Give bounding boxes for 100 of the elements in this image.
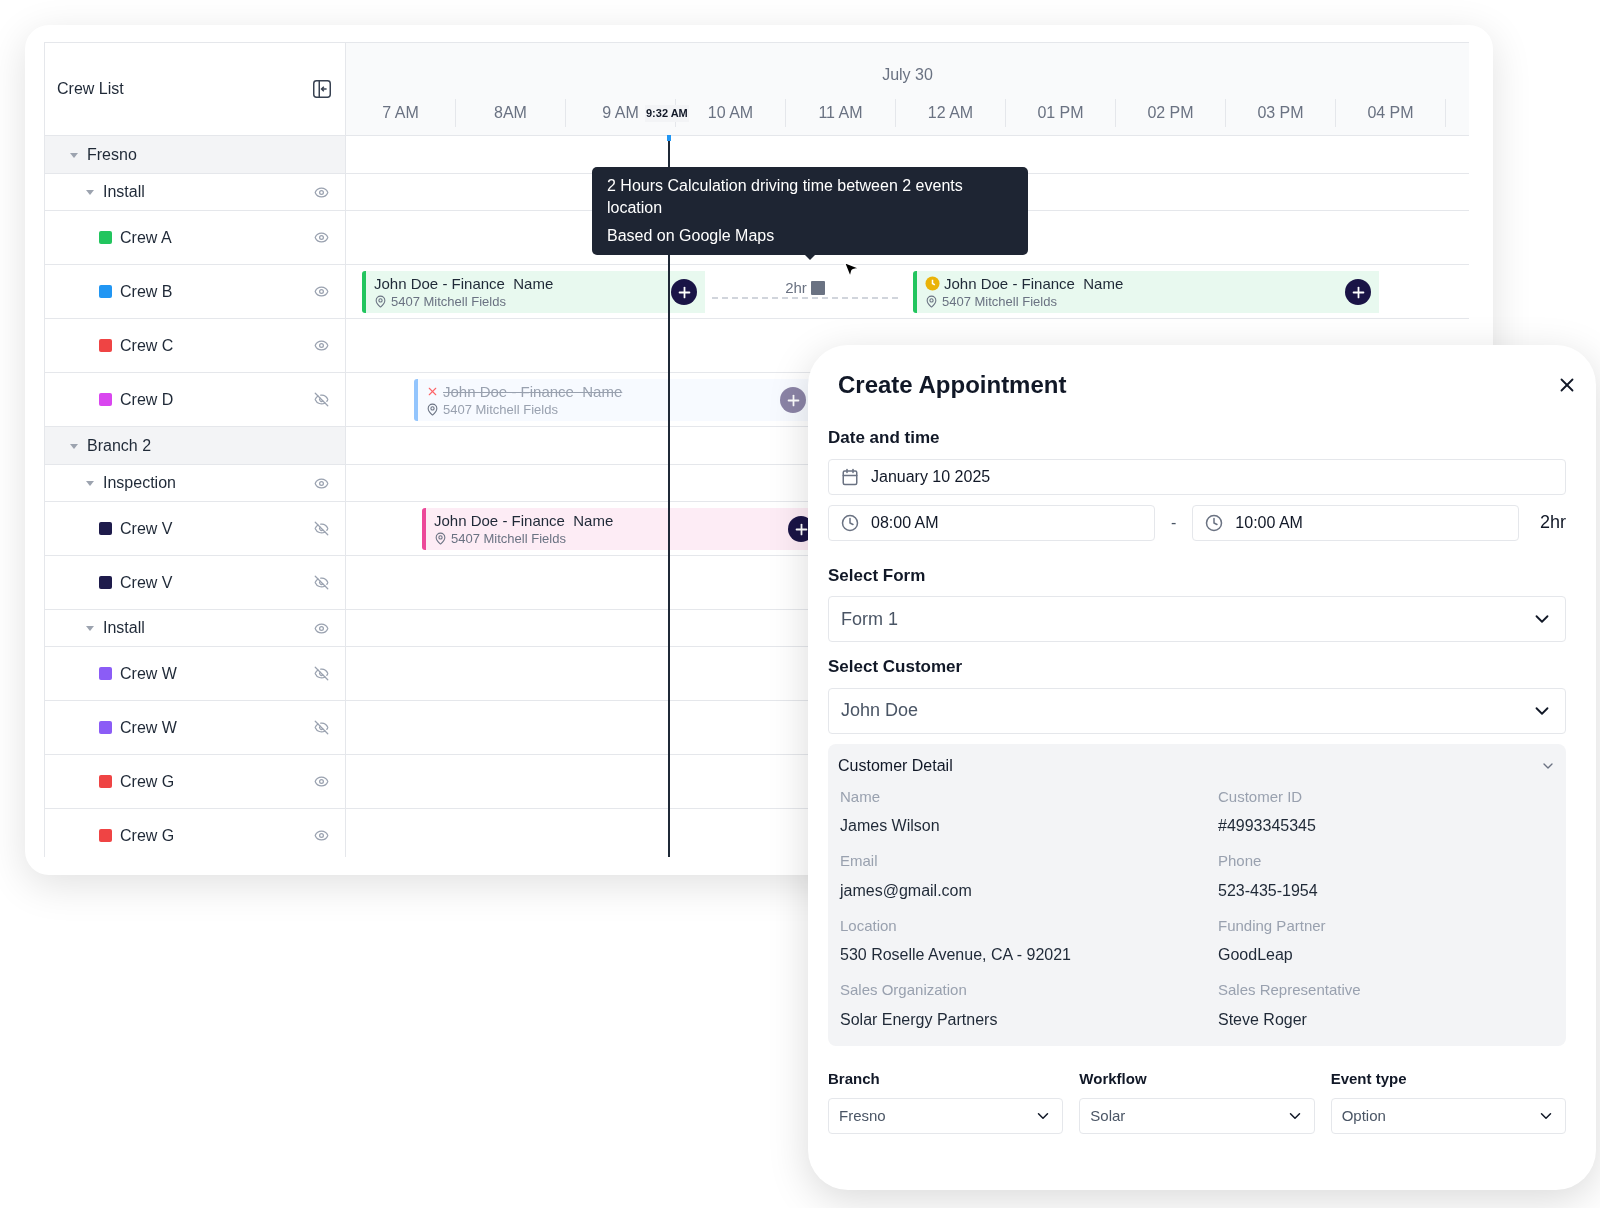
detail-label: Location (840, 915, 898, 936)
detail-label: Sales Representative (1218, 980, 1362, 1000)
crew-name[interactable]: Crew W (120, 661, 306, 686)
pending-clock-icon (925, 276, 940, 291)
end-time-field[interactable]: 10:00 AM (1192, 504, 1520, 541)
pin-icon (925, 294, 938, 308)
detail-value: GoodLeap (1218, 945, 1294, 965)
detail-value: Solar Energy Partners (840, 1009, 999, 1030)
event-title: John Doe - Finance Name (434, 511, 614, 530)
crew-name[interactable]: Crew G (120, 823, 306, 848)
eye-off-icon[interactable] (314, 392, 329, 407)
detail-value: Steve Roger (1218, 1009, 1308, 1030)
travel-time-label: 2hr (785, 280, 807, 295)
category-name[interactable]: Install (103, 180, 306, 204)
select-form-label: Select Form (828, 565, 926, 585)
cancelled-icon (426, 385, 439, 398)
select-customer-label: Select Customer (828, 657, 963, 676)
eye-off-icon[interactable] (314, 666, 329, 681)
detail-value: #4993345345 (1218, 816, 1317, 836)
hour-label: 12 AM (927, 102, 974, 123)
dropdown-select[interactable]: Fresno (828, 1098, 1064, 1134)
select-label: Event type (1330, 1068, 1408, 1089)
dropdown-select[interactable]: Option (1330, 1098, 1566, 1134)
detail-value: 523-435-1954 (1218, 880, 1319, 901)
eye-icon[interactable] (314, 620, 329, 636)
start-time-field[interactable]: 08:00 AM (828, 504, 1155, 541)
clock-icon (1205, 513, 1224, 532)
crew-name[interactable]: Crew D (120, 387, 306, 412)
pin-icon (434, 531, 447, 545)
eye-off-icon[interactable] (314, 521, 329, 536)
event-address: 5407 Mitchell Fields (443, 400, 558, 418)
add-button[interactable] (1345, 279, 1371, 305)
detail-label: Funding Partner (1218, 915, 1327, 936)
eye-icon[interactable] (314, 230, 329, 245)
detail-value: James Wilson (840, 816, 941, 836)
eye-off-icon[interactable] (314, 720, 329, 735)
add-button[interactable] (671, 279, 697, 305)
caret-icon[interactable] (85, 187, 95, 197)
detail-label: Customer ID (1218, 786, 1304, 807)
detail-label: Email (840, 851, 879, 871)
crew-name[interactable]: Crew G (120, 769, 306, 794)
hour-label: 04 PM (1367, 102, 1414, 123)
event-address: 5407 Mitchell Fields (451, 529, 566, 547)
customer-detail-title: Customer Detail (838, 755, 953, 776)
hour-label: 02 PM (1147, 102, 1194, 123)
crew-name[interactable]: Crew B (120, 279, 306, 304)
date-time-label: Date and time (828, 428, 940, 447)
time-separator: - (1170, 512, 1178, 533)
pin-icon (374, 294, 387, 308)
hour-label: 7 AM (382, 102, 419, 123)
event-card[interactable]: John Doe - Finance Name 5407 Mitchell Fields (362, 271, 705, 313)
hour-label: 9 AM (602, 102, 639, 123)
eye-icon[interactable] (314, 284, 329, 299)
eye-off-icon[interactable] (314, 575, 329, 590)
detail-value: 530 Roselle Avenue, CA - 92021 (840, 945, 1072, 965)
category-name[interactable]: Inspection (103, 471, 306, 495)
hour-label: 01 PM (1037, 102, 1084, 123)
caret-icon[interactable] (85, 623, 95, 633)
eye-icon[interactable] (314, 184, 329, 200)
clock-icon (841, 513, 859, 532)
crew-name[interactable]: Crew C (120, 333, 306, 358)
dropdown-select[interactable]: Solar (1079, 1098, 1315, 1134)
crew-name[interactable]: Crew V (120, 570, 306, 595)
select-label: Branch (828, 1068, 881, 1089)
customer-select[interactable]: John Doe (828, 687, 1566, 734)
pin-icon (426, 402, 439, 416)
square-icon (810, 281, 825, 295)
crew-name[interactable]: Crew A (120, 225, 306, 250)
duration-label: 2hr (1540, 511, 1566, 534)
select-label: Workflow (1079, 1068, 1148, 1089)
form-select[interactable]: Form 1 (828, 596, 1566, 642)
eye-icon[interactable] (314, 475, 329, 491)
branch-name[interactable]: Fresno (87, 142, 137, 167)
event-title: John Doe - Finance Name (374, 274, 554, 293)
hour-label: 8AM (494, 102, 527, 123)
crew-name[interactable]: Crew V (120, 516, 306, 541)
event-title: John Doe - Finance Name (944, 274, 1124, 293)
hour-label: 10 AM (707, 102, 754, 123)
eye-icon[interactable] (314, 774, 329, 789)
hour-label: 11 AM (818, 102, 863, 123)
event-title: John Doe - Finance Name (443, 382, 623, 401)
hour-label: 03 PM (1257, 102, 1304, 123)
timeline-date: July 30 (882, 64, 933, 85)
eye-icon[interactable] (314, 828, 329, 843)
tooltip-text: 2 Hours Calculation driving time between 2 events location (607, 176, 964, 218)
detail-value: james@gmail.com (840, 880, 973, 901)
event-address: 5407 Mitchell Fields (391, 292, 506, 310)
caret-icon[interactable] (85, 478, 95, 488)
eye-icon[interactable] (314, 338, 329, 353)
detail-label: Name (840, 786, 881, 807)
detail-label: Sales Organization (840, 980, 968, 1000)
crew-list-title: Crew List (57, 79, 124, 99)
event-card[interactable]: John Doe - Finance Name 5407 Mitchell Fields (913, 271, 1379, 313)
category-name[interactable]: Install (103, 616, 306, 640)
branch-name[interactable]: Branch 2 (87, 433, 152, 458)
event-address: 5407 Mitchell Fields (942, 292, 1057, 310)
date-field[interactable]: January 10 2025 (828, 458, 1566, 495)
detail-label: Phone (1218, 851, 1263, 871)
crew-name[interactable]: Crew W (120, 715, 306, 740)
collapse-panel-icon[interactable] (311, 78, 333, 100)
